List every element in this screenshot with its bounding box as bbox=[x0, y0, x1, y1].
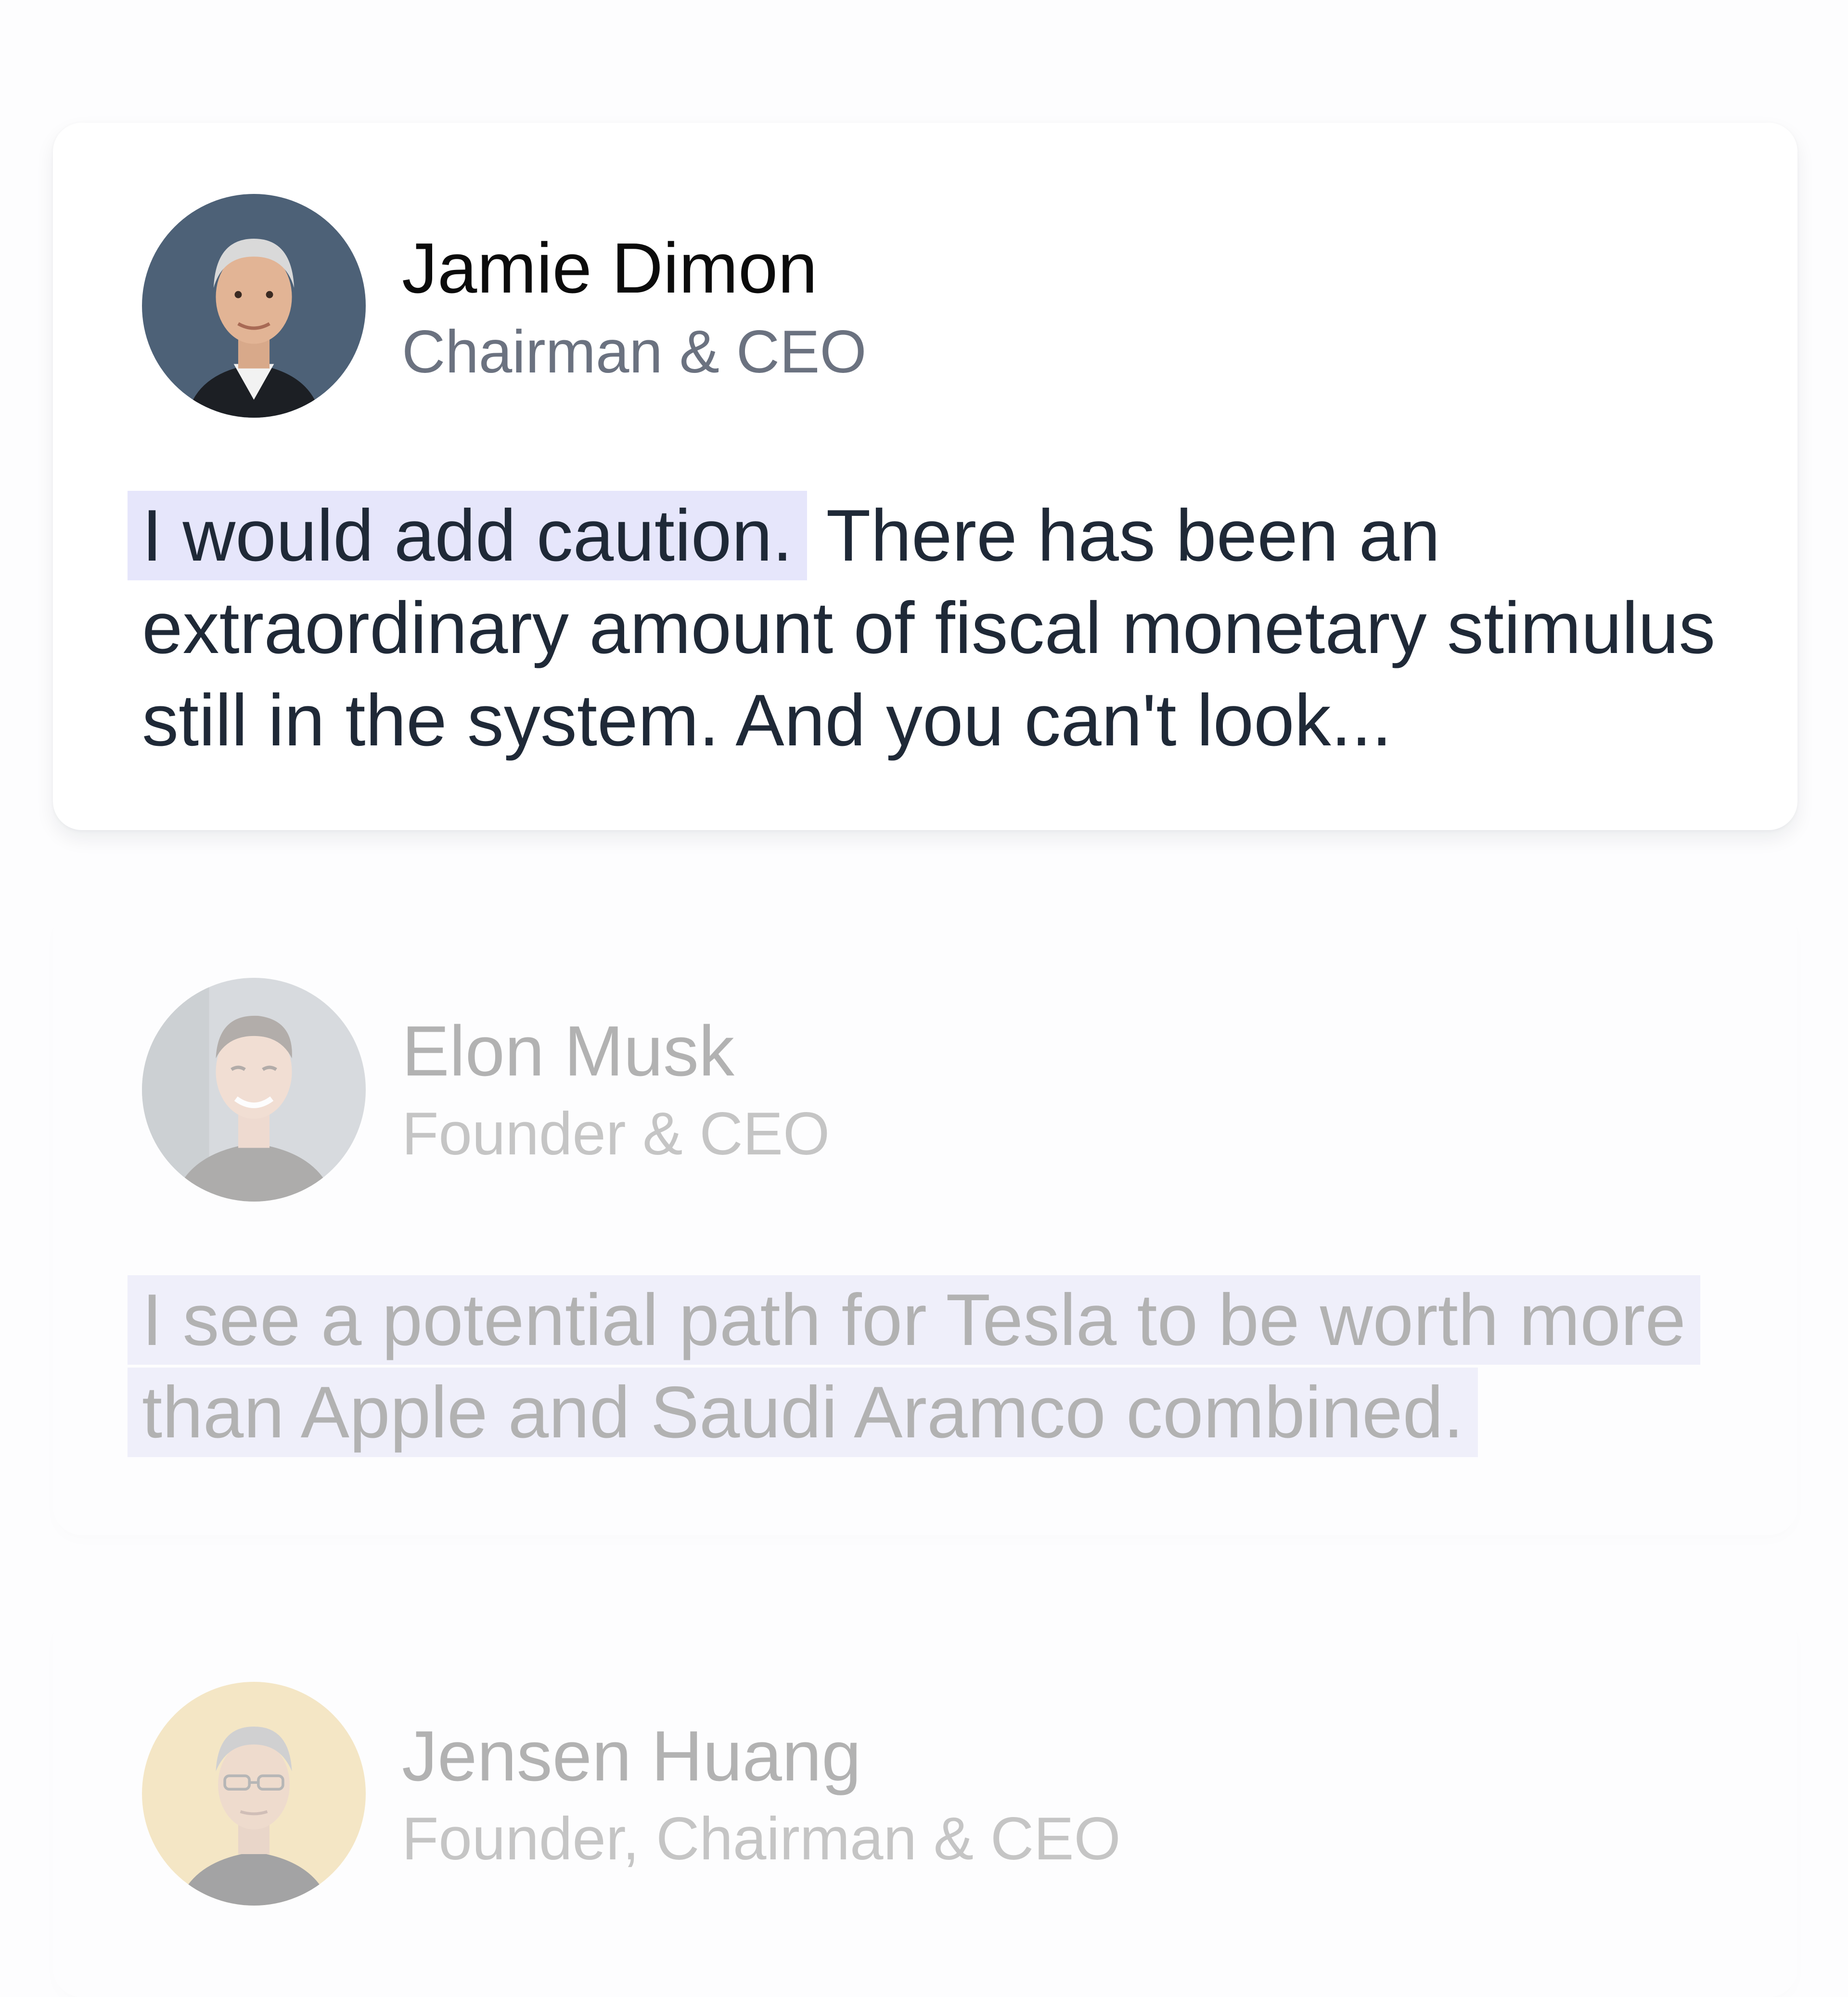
quote-card-elon-musk[interactable]: Elon Musk Founder & CEO I see a potentia… bbox=[53, 907, 1797, 1535]
quote-card-jensen-huang[interactable]: Jensen Huang Founder, Chairman & CEO bbox=[53, 1612, 1797, 1997]
person-photo-icon bbox=[142, 194, 366, 418]
avatar bbox=[142, 194, 366, 418]
quote-card-jamie-dimon[interactable]: Jamie Dimon Chairman & CEO I would add c… bbox=[53, 123, 1797, 830]
quote-highlight: I would add caution. bbox=[128, 491, 808, 580]
quote-text: I would add caution. There has been an e… bbox=[128, 489, 1769, 767]
person-role: Founder, Chairman & CEO bbox=[402, 1805, 1121, 1872]
quote-text: I see a potential path for Tesla to be w… bbox=[128, 1274, 1700, 1459]
person-name: Jamie Dimon bbox=[402, 229, 818, 308]
person-role: Chairman & CEO bbox=[402, 319, 867, 385]
person-name: Jensen Huang bbox=[402, 1716, 861, 1796]
person-photo-icon bbox=[142, 978, 366, 1202]
avatar bbox=[142, 1682, 366, 1906]
person-role: Founder & CEO bbox=[402, 1101, 830, 1167]
quote-highlight: I see a potential path for Tesla to be w… bbox=[128, 1275, 1700, 1457]
person-photo-icon bbox=[142, 1682, 366, 1906]
avatar bbox=[142, 978, 366, 1202]
person-name: Elon Musk bbox=[402, 1011, 734, 1091]
